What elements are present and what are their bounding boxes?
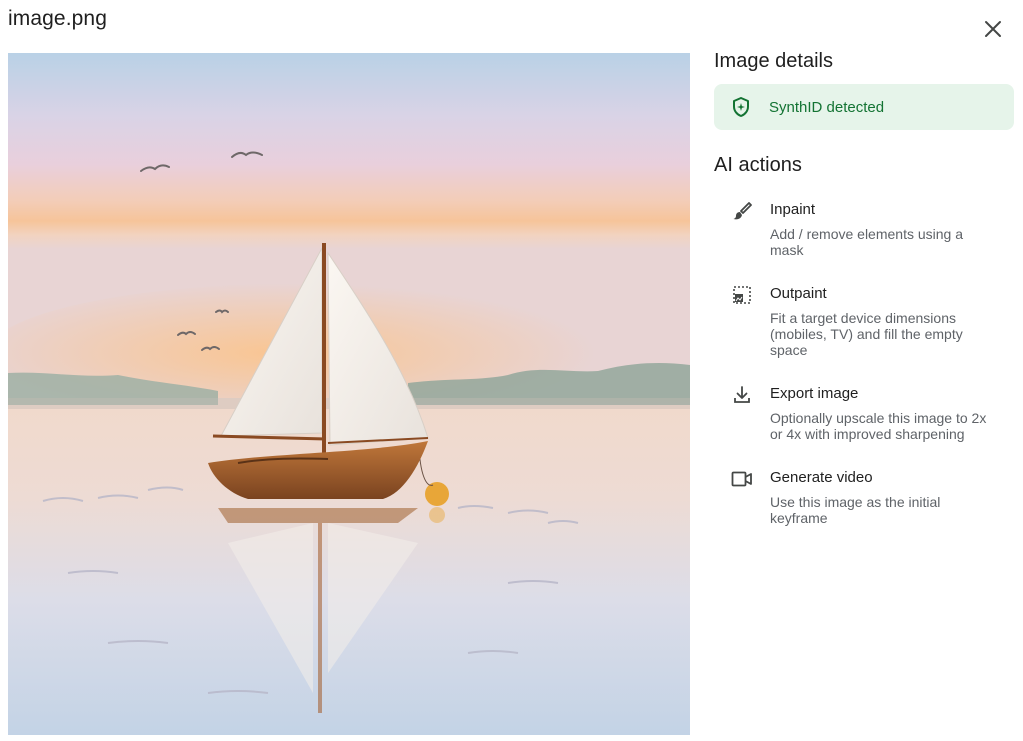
close-icon bbox=[985, 21, 1001, 37]
preview-image bbox=[8, 53, 690, 735]
video-icon bbox=[731, 471, 752, 487]
action-outpaint[interactable]: Outpaint Fit a target device dimensions … bbox=[714, 284, 1014, 358]
close-button[interactable] bbox=[981, 17, 1005, 41]
action-export-image[interactable]: Export image Optionally upscale this ima… bbox=[714, 384, 1014, 442]
dialog-title: image.png bbox=[8, 7, 107, 30]
image-details-heading: Image details bbox=[714, 50, 833, 72]
action-inpaint[interactable]: Inpaint Add / remove elements using a ma… bbox=[714, 200, 1014, 258]
download-icon bbox=[733, 386, 750, 403]
ai-actions-heading: AI actions bbox=[714, 154, 802, 176]
brush-icon bbox=[733, 202, 752, 220]
outpaint-icon bbox=[732, 286, 751, 304]
shield-icon bbox=[733, 97, 749, 117]
action-description: Optionally upscale this image to 2x or 4… bbox=[770, 410, 987, 442]
action-label: Outpaint bbox=[770, 285, 827, 302]
action-label: Export image bbox=[770, 385, 859, 402]
details-panel: Image details SynthID detected AI action… bbox=[714, 50, 1014, 526]
action-label: Generate video bbox=[770, 469, 873, 486]
action-description: Add / remove elements using a mask bbox=[770, 226, 963, 258]
synthid-label: SynthID detected bbox=[769, 98, 885, 116]
action-generate-video[interactable]: Generate video Use this image as the ini… bbox=[714, 468, 1014, 526]
action-description: Use this image as the initial keyframe bbox=[770, 494, 941, 526]
synthid-badge: SynthID detected bbox=[714, 84, 1014, 130]
action-label: Inpaint bbox=[770, 201, 816, 218]
action-description: Fit a target device dimensions (mobiles,… bbox=[770, 310, 963, 358]
